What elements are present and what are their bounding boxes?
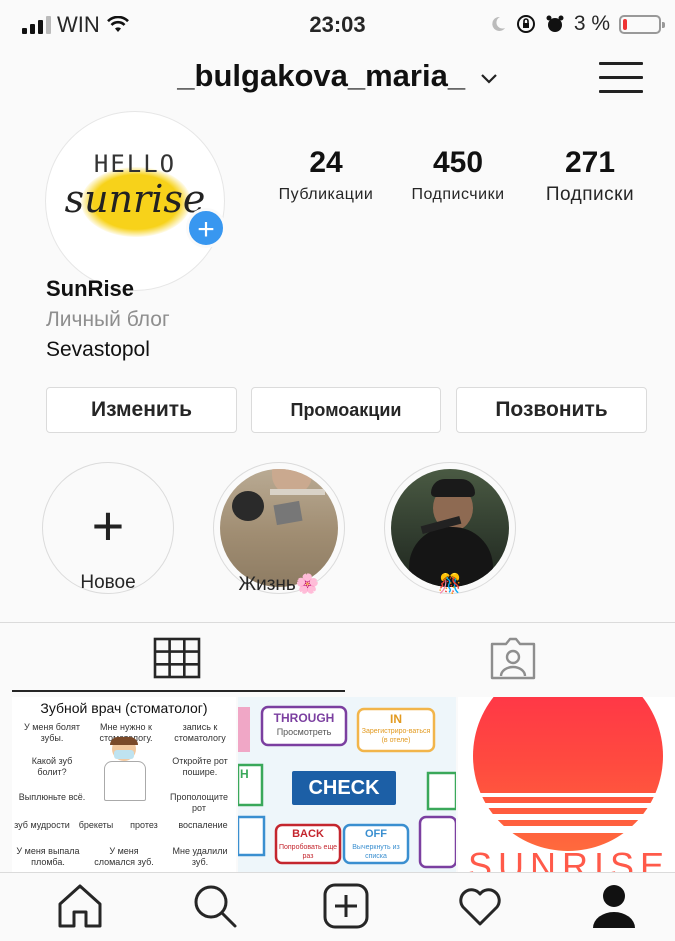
dental-row4-col2: брекеты	[78, 820, 114, 830]
check-through-sub: Просмотреть	[276, 727, 332, 737]
highlight-new-label: Новое	[80, 572, 136, 593]
stat-posts[interactable]: 24 Публикации	[268, 146, 384, 204]
profile-icon[interactable]	[588, 880, 640, 932]
username-text: _bulgakova_maria_	[177, 58, 466, 93]
call-button[interactable]: Позвонить	[456, 387, 647, 433]
dental-row4-col1: зуб мудрости	[14, 820, 70, 830]
dental-row5-col3: Мне удалили зуб.	[172, 846, 228, 867]
stat-followers[interactable]: 450 Подписчики	[399, 146, 517, 204]
dental-row3-col3: Прополощите рот	[170, 792, 228, 813]
check-off-sub: Вычеркнуть из списка	[352, 844, 400, 860]
profile-city: Sevastopol	[46, 338, 150, 361]
stat-following-label: Подписки	[545, 184, 635, 205]
grid-view-tab[interactable]	[153, 637, 201, 684]
profile-avatar[interactable]: HELLO sunrise	[45, 111, 225, 291]
home-icon[interactable]	[54, 880, 106, 932]
search-icon[interactable]	[189, 880, 241, 932]
highlight-party-label: 🎊	[438, 574, 462, 595]
check-through-label: THROUGH	[273, 711, 335, 725]
battery-percent: 3 %	[573, 12, 610, 35]
status-bar: WIN 23:03 3 %	[0, 0, 675, 48]
alarm-icon	[546, 15, 564, 32]
check-in-sub: Зарегистриро-ваться (в отеле)	[361, 728, 431, 744]
check-back-sub: Попробовать еще раз	[278, 844, 338, 860]
highlight-party-photo	[391, 469, 509, 587]
stat-following[interactable]: 271 Подписки	[531, 146, 649, 206]
stat-posts-label: Публикации	[278, 186, 374, 203]
stat-followers-count: 450	[432, 146, 484, 179]
hamburger-menu-icon[interactable]	[599, 62, 643, 94]
status-right: 3 %	[489, 12, 665, 36]
post-check-phrasal-verbs[interactable]: THROUGH Просмотреть IN Зарегистриро-вать…	[238, 697, 456, 872]
profile-username[interactable]: _bulgakova_maria_	[0, 58, 675, 94]
sunrise-wordmark: SUNRISE	[468, 845, 671, 872]
edit-profile-button[interactable]: Изменить	[46, 387, 237, 433]
dental-row3-col1: Выплюньте всё.	[18, 792, 86, 802]
check-in-label: IN	[390, 712, 402, 726]
profile-category: Личный блог	[46, 308, 170, 331]
battery-icon	[619, 14, 665, 34]
stat-posts-count: 24	[309, 146, 343, 179]
highlight-life-photo	[220, 469, 338, 587]
dental-row4-col4: воспаление	[178, 820, 228, 830]
grid-icon	[153, 637, 201, 679]
dental-row5-col2: У меня сломался зуб.	[94, 846, 154, 867]
tagged-tab[interactable]	[488, 636, 538, 685]
add-story-plus-icon[interactable]: +	[186, 208, 226, 248]
active-tab-indicator	[12, 690, 345, 692]
plus-icon: +	[91, 494, 125, 557]
moon-icon	[492, 16, 505, 31]
dental-row2-col1: Какой зуб болит?	[31, 756, 73, 777]
stat-following-count: 271	[564, 146, 616, 179]
dental-title: Зубной врач (стоматолог)	[40, 700, 208, 716]
dental-row4-col3: протез	[130, 820, 158, 830]
check-h-label: H	[240, 767, 249, 781]
chevron-down-icon	[480, 74, 497, 84]
dental-row1-col3: запись к стоматологу	[174, 722, 226, 743]
highlight-life-label: Жизнь🌸	[238, 574, 320, 595]
post-sunrise-logo[interactable]: SUNRISE	[458, 697, 675, 872]
dentist-illustration	[100, 737, 148, 801]
new-post-icon[interactable]	[320, 880, 372, 932]
dental-row5-col1: У меня выпала пломба.	[16, 846, 80, 867]
tagged-user-icon	[490, 637, 536, 680]
avatar-text-hello: HELLO	[93, 150, 177, 178]
dental-row2-col3: Откройте рот пошире.	[172, 756, 228, 777]
check-center-label: CHECK	[308, 777, 380, 799]
promotions-button[interactable]: Промоакции	[251, 387, 441, 433]
tabs-top-divider	[0, 622, 675, 623]
stat-followers-label: Подписчики	[411, 186, 505, 203]
activity-heart-icon[interactable]	[454, 880, 506, 932]
dental-row1-col1: У меня болят зубы.	[24, 722, 80, 743]
check-back-label: BACK	[292, 828, 324, 840]
profile-name: SunRise	[46, 276, 135, 301]
post-dental-vocabulary[interactable]: Зубной врач (стоматолог) У меня болят зу…	[12, 697, 236, 872]
check-off-label: OFF	[365, 828, 387, 840]
rotation-lock-icon	[516, 15, 535, 33]
